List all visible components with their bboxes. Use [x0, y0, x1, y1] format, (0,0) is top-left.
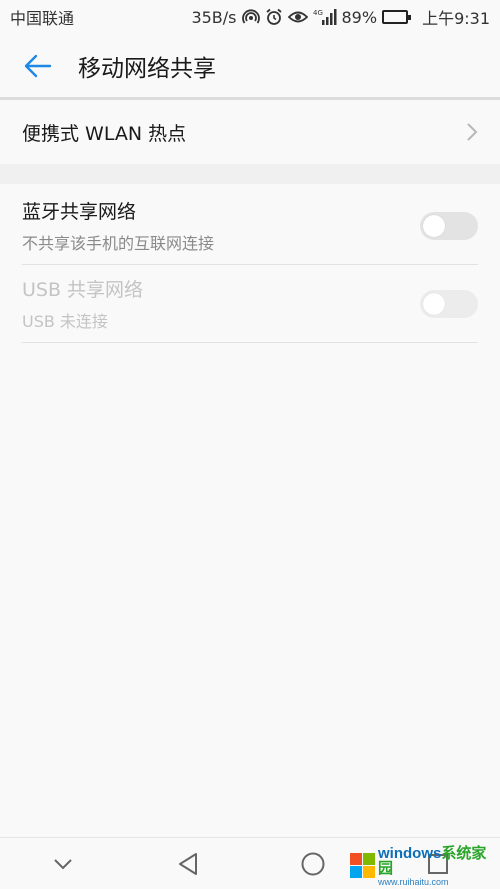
chevron-right-icon: [467, 123, 478, 141]
back-button[interactable]: [0, 34, 76, 98]
status-icons: 35B/s 4G 89% 上午9:31: [191, 5, 490, 29]
bluetooth-tethering-title: 蓝牙共享网络: [22, 201, 137, 223]
collapse-icon: [53, 858, 72, 869]
status-bar: 中国联通 35B/s 4G 89% 上午9:31: [0, 0, 500, 34]
eye-comfort-icon: [287, 9, 308, 25]
watermark-url: www.ruihaitu.com: [378, 876, 449, 887]
nav-back-button[interactable]: [158, 838, 218, 889]
signal-icon: 4G: [313, 8, 337, 26]
usb-tethering-subtitle: USB 未连接: [22, 312, 108, 331]
page-title: 移动网络共享: [78, 56, 216, 82]
net-speed-label: 35B/s: [191, 7, 237, 27]
switch-knob: [423, 292, 445, 315]
usb-tethering-title: USB 共享网络: [22, 279, 144, 301]
switch-knob: [423, 214, 445, 237]
bluetooth-tethering-item[interactable]: 蓝牙共享网络 不共享该手机的互联网连接: [22, 187, 478, 265]
battery-percent: 89%: [341, 7, 378, 27]
watermark-logo: windows系统家园 www.ruihaitu.com: [350, 843, 492, 889]
bluetooth-tethering-switch[interactable]: [420, 211, 478, 240]
usb-tethering-switch: [420, 289, 478, 318]
wlan-hotspot-label: 便携式 WLAN 热点: [22, 122, 187, 145]
back-triangle-icon: [178, 852, 197, 875]
hotspot-icon: [241, 8, 260, 26]
wlan-hotspot-item[interactable]: 便携式 WLAN 热点: [0, 100, 500, 164]
signal-type-label: 4G: [313, 9, 323, 17]
windows-logo-icon: [350, 853, 375, 879]
home-circle-icon: [301, 852, 324, 875]
arrow-left-icon: [24, 54, 52, 78]
section-gap: [0, 164, 500, 184]
clock: 上午9:31: [422, 9, 490, 28]
carrier-label: 中国联通: [10, 9, 75, 28]
nav-home-button[interactable]: [283, 838, 343, 889]
collapse-button[interactable]: [33, 838, 93, 889]
bluetooth-tethering-subtitle: 不共享该手机的互联网连接: [22, 234, 215, 253]
battery-icon: [382, 10, 412, 24]
usb-tethering-item: USB 共享网络 USB 未连接: [22, 265, 478, 343]
alarm-icon: [265, 8, 283, 26]
app-bar: 移动网络共享: [0, 34, 500, 98]
